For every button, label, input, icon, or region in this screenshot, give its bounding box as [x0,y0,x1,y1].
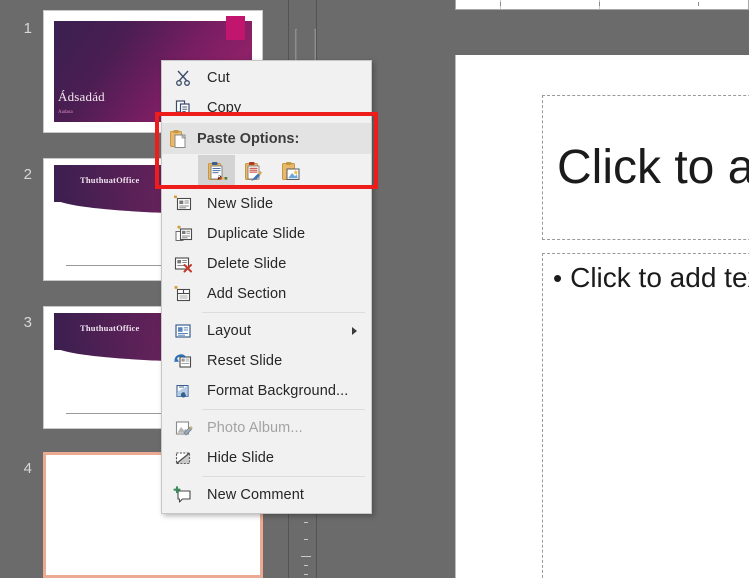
add-section-icon [168,282,198,306]
menu-item-reset-slide[interactable]: Reset Slide [162,346,371,376]
menu-separator-3 [202,476,365,477]
thumbnail-number-1: 1 [10,20,32,37]
body-placeholder[interactable]: • Click to add text [542,253,749,578]
menu-item-delete-slide[interactable]: Delete Slide [162,249,371,279]
paste-option-picture[interactable] [272,155,309,188]
paste-option-use-destination-theme[interactable]: a [198,155,235,188]
menu-item-format-background[interactable]: Format Background... [162,376,371,406]
menu-separator-2 [202,409,365,410]
menu-item-new-slide[interactable]: New Slide [162,189,371,219]
bullet-icon: • [553,265,562,291]
paste-options-section: Paste Options: a [162,123,371,189]
photo-album-icon [168,416,198,440]
menu-item-new-slide-label: New Slide [198,196,273,212]
paste-option-keep-source-formatting[interactable] [235,155,272,188]
paste-options-label: Paste Options: [188,131,299,147]
menu-item-copy-label: Copy [198,100,241,116]
menu-item-duplicate-slide-label: Duplicate Slide [198,226,305,242]
menu-item-photo-album-label: Photo Album... [198,420,303,436]
new-comment-icon [168,483,198,507]
paste-options-buttons[interactable]: a [162,154,371,189]
reset-slide-icon [168,349,198,373]
menu-item-new-comment[interactable]: New Comment [162,480,371,510]
slide-drag-marker[interactable] [226,16,245,40]
paste-options-header: Paste Options: [162,123,371,154]
menu-separator-1 [202,312,365,313]
body-placeholder-text: Click to add text [570,262,749,294]
menu-item-add-section-label: Add Section [198,286,286,302]
delete-slide-icon [168,252,198,276]
menu-item-reset-slide-label: Reset Slide [198,353,282,369]
slide-3-title: ThuthuatOffice [80,323,139,333]
slide-1-title: Ádsadád [58,89,105,105]
layout-icon [168,319,198,343]
hide-slide-icon [168,446,198,470]
title-placeholder[interactable]: Click to add title [542,95,749,240]
menu-item-cut[interactable]: Cut [162,63,371,93]
format-background-icon [168,379,198,403]
new-slide-icon [168,192,198,216]
copy-icon [168,96,198,120]
menu-item-layout-label: Layout [198,323,251,339]
title-placeholder-text: Click to add title [557,140,749,195]
menu-item-hide-slide[interactable]: Hide Slide [162,443,371,473]
menu-item-photo-album[interactable]: Photo Album... [162,413,371,443]
horizontal-ruler [455,0,749,10]
chevron-right-icon [352,327,357,335]
slide-1-subtitle: Aadasa [58,110,73,115]
menu-item-new-comment-label: New Comment [198,487,304,503]
powerpoint-window: 1 Ádsadád Aadasa 2 ThuthuatOffice 3 [0,0,749,578]
paste-keep-source-formatting-icon [242,160,266,184]
menu-item-copy[interactable]: Copy [162,93,371,123]
slide-editing-area[interactable]: Click to add title • Click to add text [455,30,749,578]
thumbnail-number-2: 2 [10,166,32,183]
paste-destination-theme-icon: a [205,160,229,184]
scissors-icon [168,66,198,90]
thumbnail-number-3: 3 [10,314,32,331]
menu-item-layout[interactable]: Layout [162,316,371,346]
slide-2-title: ThuthuatOffice [80,175,139,185]
paste-picture-icon [279,160,303,184]
menu-item-duplicate-slide[interactable]: Duplicate Slide [162,219,371,249]
menu-item-hide-slide-label: Hide Slide [198,450,274,466]
menu-item-delete-slide-label: Delete Slide [198,256,286,272]
thumbnail-number-4: 4 [10,460,32,477]
slide-canvas[interactable]: Click to add title • Click to add text [455,55,749,578]
slide-context-menu[interactable]: Cut Copy [161,60,372,514]
clipboard-icon [168,129,188,149]
menu-item-add-section[interactable]: Add Section [162,279,371,309]
menu-item-format-background-label: Format Background... [198,383,348,399]
duplicate-slide-icon [168,222,198,246]
menu-item-cut-label: Cut [198,70,230,86]
